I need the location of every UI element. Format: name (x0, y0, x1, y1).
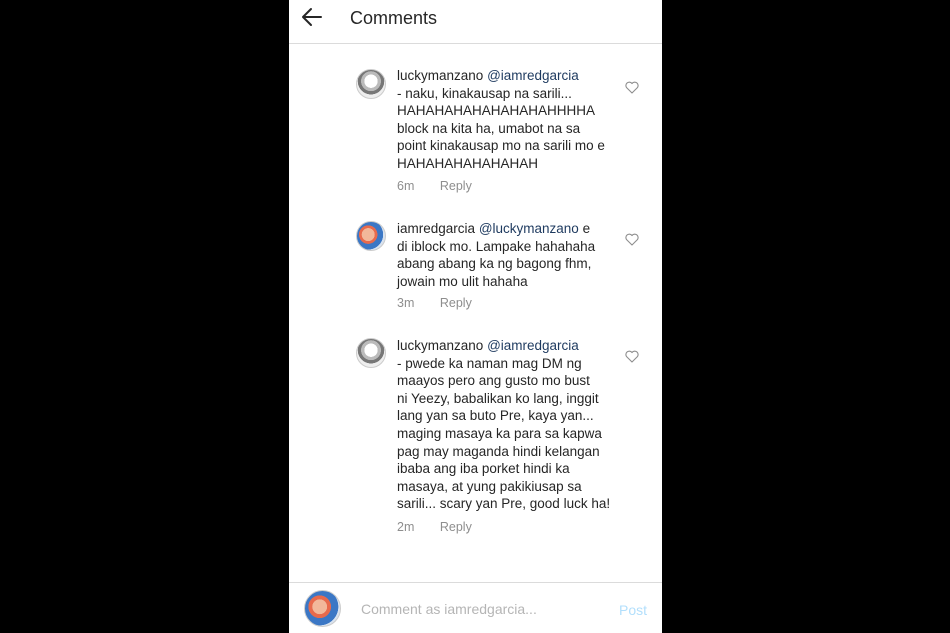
comment-mention[interactable]: @iamredgarcia (487, 338, 579, 353)
comment-time: 6m (397, 179, 415, 193)
comment-time: 2m (397, 520, 415, 534)
comment-line: abang abang ka ng bagong fhm, (397, 256, 592, 272)
reply-button[interactable]: Reply (440, 179, 472, 193)
avatar[interactable] (356, 221, 386, 251)
comment-line: HAHAHAHAHAHAHAHAHHHHA (397, 103, 596, 119)
comment-meta: 2m Reply (397, 520, 472, 534)
comment-line: maging masaya ka para sa kapwa (397, 425, 602, 441)
comment-line: pag may maganda hindi kelangan (397, 443, 600, 459)
avatar[interactable] (356, 69, 386, 99)
heart-icon[interactable] (625, 81, 639, 94)
comment-text-tail: e (582, 221, 591, 236)
arrow-left-icon (302, 8, 322, 26)
reply-button[interactable]: Reply (440, 296, 472, 310)
comment-line: block na kita ha, umabot na sa (397, 120, 581, 136)
header-bar: Comments (289, 0, 662, 44)
comment-username[interactable]: iamredgarcia (397, 221, 475, 236)
comment-line: di iblock mo. Lampake hahahaha (397, 238, 596, 254)
comment-input[interactable] (361, 599, 601, 619)
avatar[interactable] (356, 338, 386, 368)
comment-text: luckymanzano @iamredgarcia - pwede ka na… (397, 337, 617, 513)
comment-line: maayos pero ang gusto mo bust (397, 373, 590, 389)
comment-username[interactable]: luckymanzano (397, 338, 483, 353)
comment-text: luckymanzano @iamredgarcia - naku, kinak… (397, 67, 617, 173)
comment-line: - pwede ka naman mag DM ng (397, 355, 582, 371)
comment-line: ni Yeezy, babalikan ko lang, inggit (397, 390, 599, 406)
post-button[interactable]: Post (619, 602, 647, 618)
comment-text: iamredgarcia @luckymanzano e di iblock m… (397, 220, 617, 290)
comments-screen: Comments luckymanzano @iamredgarcia - na… (289, 0, 662, 633)
comment-meta: 6m Reply (397, 179, 472, 193)
comment-mention[interactable]: @luckymanzano (479, 221, 579, 236)
avatar (304, 590, 341, 627)
reply-button[interactable]: Reply (440, 520, 472, 534)
comment-line: point kinakausap mo na sarili mo e (397, 138, 605, 154)
comment-line: lang yan sa buto Pre, kaya yan... (397, 408, 594, 424)
comment-line: sarili... scary yan Pre, good luck ha! (397, 496, 611, 512)
heart-icon[interactable] (625, 350, 639, 363)
comment-line: jowain mo ulit hahaha (397, 273, 528, 289)
comment-line: - naku, kinakausap na sarili... (397, 85, 572, 101)
comment-composer: Post (289, 582, 662, 633)
comment-line: masaya, at yung pakikiusap sa (397, 478, 582, 494)
comment-meta: 3m Reply (397, 296, 472, 310)
page-title: Comments (350, 8, 438, 28)
heart-icon[interactable] (625, 233, 639, 246)
comment-line: ibaba ang iba porket hindi ka (397, 461, 570, 477)
comment-mention[interactable]: @iamredgarcia (487, 68, 579, 83)
comment-line: HAHAHAHAHAHAHAH (397, 155, 539, 171)
comment-time: 3m (397, 296, 415, 310)
back-button[interactable] (301, 6, 331, 30)
comment-username[interactable]: luckymanzano (397, 68, 483, 83)
